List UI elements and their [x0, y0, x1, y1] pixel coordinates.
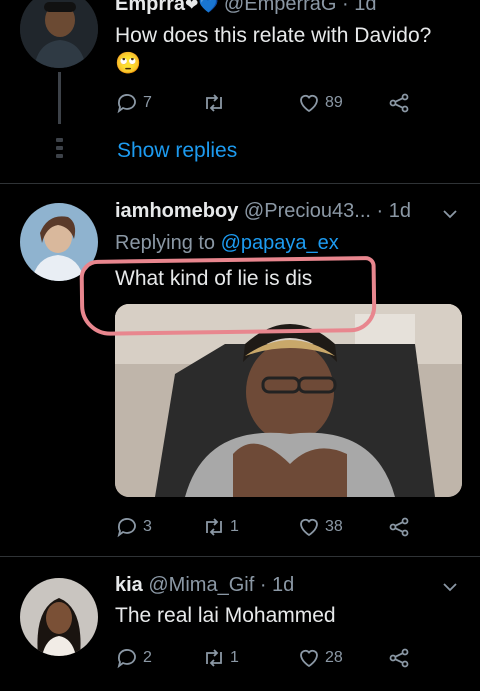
share-button[interactable] [387, 645, 411, 671]
replying-to-handle[interactable]: @papaya_ex [221, 232, 339, 254]
tweet-header: Emprra❤💙 @EmperraG · 1d [115, 0, 460, 16]
share-button[interactable] [387, 514, 411, 540]
user-handle[interactable]: @Mima_Gif [148, 574, 254, 596]
reply-count: 3 [143, 518, 152, 535]
like-button[interactable]: 38 [297, 514, 343, 540]
timestamp[interactable]: 1d [272, 574, 294, 596]
retweet-icon [206, 94, 222, 112]
heart-icon [300, 94, 318, 113]
retweet-button[interactable]: 1 [202, 645, 239, 671]
reply-button[interactable]: 3 [115, 514, 152, 540]
separator: · [342, 0, 349, 15]
chevron-down-icon[interactable] [442, 579, 458, 595]
text-emoji: 🙄 [115, 52, 142, 75]
display-name[interactable]: Emprra [115, 0, 185, 15]
like-button[interactable]: 28 [297, 645, 343, 671]
tweet-header: kia @Mima_Gif · 1d [115, 574, 460, 597]
retweet-icon [206, 649, 222, 667]
separator: · [259, 574, 267, 596]
highlight-annotation [79, 255, 377, 337]
share-button[interactable] [387, 90, 411, 116]
retweet-button[interactable]: 1 [202, 514, 239, 540]
timestamp[interactable]: 1d [389, 200, 411, 222]
avatar[interactable] [20, 0, 98, 68]
reply-button[interactable]: 7 [115, 90, 152, 116]
tweet-text-content: How does this relate with Davido? [115, 24, 432, 47]
like-count: 89 [325, 94, 343, 111]
retweet-button[interactable] [202, 90, 230, 116]
name-emoji: ❤💙 [185, 0, 219, 14]
reply-count: 7 [143, 94, 152, 111]
reply-button[interactable]: 2 [115, 645, 152, 671]
share-icon [389, 648, 409, 668]
show-replies-link[interactable]: Show replies [117, 139, 237, 163]
action-bar: 2 1 28 [115, 645, 425, 671]
tweet-header: iamhomeboy @Preciou43... · 1d [115, 200, 460, 223]
user-handle[interactable]: @Preciou43... [244, 200, 371, 222]
chevron-down-icon[interactable] [442, 206, 458, 222]
avatar[interactable] [20, 578, 98, 656]
avatar-image [20, 578, 98, 656]
timestamp[interactable]: 1d [354, 0, 376, 15]
avatar-image [20, 0, 98, 68]
reply-count: 2 [143, 649, 152, 666]
retweet-count: 1 [230, 518, 239, 535]
thread-dots [56, 138, 63, 158]
replying-to-prefix: Replying to [115, 232, 216, 254]
display-name[interactable]: iamhomeboy [115, 200, 238, 222]
like-count: 38 [325, 518, 343, 535]
like-button[interactable]: 89 [297, 90, 343, 116]
reply-icon [117, 94, 136, 114]
action-bar: 7 89 [115, 90, 425, 116]
share-icon [389, 93, 409, 113]
separator: · [376, 200, 384, 222]
tweet-1[interactable]: Emprra❤💙 @EmperraG · 1d How does this re… [0, 0, 480, 183]
action-bar: 3 1 38 [115, 514, 425, 540]
heart-icon [300, 518, 318, 537]
heart-icon [300, 649, 318, 668]
user-handle[interactable]: @EmperraG [224, 0, 337, 15]
display-name[interactable]: kia [115, 574, 143, 596]
reply-icon [117, 649, 136, 669]
reply-icon [117, 518, 136, 538]
retweet-icon [206, 518, 222, 536]
replying-to: Replying to @papaya_ex [115, 232, 339, 255]
thread-line [58, 72, 61, 124]
retweet-count: 1 [230, 649, 239, 666]
like-count: 28 [325, 649, 343, 666]
tweet-text: The real lai Mohammed [115, 604, 336, 627]
share-icon [389, 517, 409, 537]
tweet-text: How does this relate with Davido? 🙄 [115, 22, 431, 78]
